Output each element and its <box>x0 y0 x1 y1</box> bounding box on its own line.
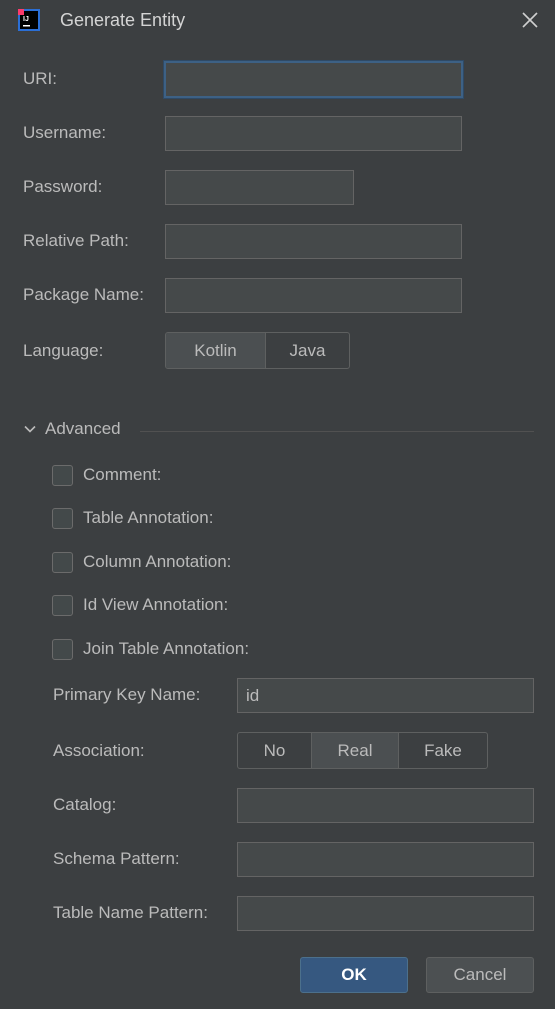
advanced-section-toggle[interactable]: Advanced <box>22 418 121 440</box>
table-name-pattern-label: Table Name Pattern: <box>53 903 208 922</box>
password-label: Password: <box>23 177 103 196</box>
association-option-no[interactable]: No <box>238 733 312 768</box>
close-icon[interactable] <box>516 6 544 34</box>
association-segmented-control: No Real Fake <box>237 732 488 769</box>
catalog-input[interactable] <box>237 788 534 823</box>
language-option-java[interactable]: Java <box>266 333 349 368</box>
intellij-app-icon: IJ <box>18 9 40 31</box>
comment-checkbox-label: Comment: <box>83 465 162 484</box>
package-name-input[interactable] <box>165 278 462 313</box>
join-table-annotation-checkbox-row[interactable]: Join Table Annotation: <box>52 638 249 660</box>
uri-input[interactable] <box>164 61 463 98</box>
schema-pattern-label: Schema Pattern: <box>53 849 180 868</box>
id-view-annotation-checkbox-row[interactable]: Id View Annotation: <box>52 594 228 616</box>
join-table-annotation-checkbox-label: Join Table Annotation: <box>83 639 250 658</box>
table-annotation-checkbox-row[interactable]: Table Annotation: <box>52 507 213 529</box>
package-name-label: Package Name: <box>23 285 144 304</box>
cancel-button[interactable]: Cancel <box>426 957 534 993</box>
relative-path-label: Relative Path: <box>23 231 129 250</box>
advanced-section-title: Advanced <box>45 419 121 438</box>
primary-key-name-label: Primary Key Name: <box>53 685 201 704</box>
join-table-annotation-checkbox[interactable] <box>52 638 73 660</box>
column-annotation-checkbox[interactable] <box>52 551 73 573</box>
username-label: Username: <box>23 123 107 142</box>
table-annotation-checkbox-label: Table Annotation: <box>83 508 214 527</box>
chevron-down-icon <box>24 425 36 433</box>
language-label: Language: <box>23 341 104 360</box>
username-input[interactable] <box>165 116 462 151</box>
catalog-label: Catalog: <box>53 795 117 814</box>
uri-label: URI: <box>23 69 57 88</box>
association-option-fake[interactable]: Fake <box>399 733 487 768</box>
relative-path-input[interactable] <box>165 224 462 259</box>
section-divider <box>140 431 534 432</box>
password-input[interactable] <box>165 170 354 205</box>
primary-key-name-input[interactable] <box>237 678 534 713</box>
association-label: Association: <box>53 741 145 760</box>
table-annotation-checkbox[interactable] <box>52 507 73 529</box>
table-name-pattern-input[interactable] <box>237 896 534 931</box>
title-bar: IJ Generate Entity <box>0 0 555 40</box>
comment-checkbox[interactable] <box>52 464 73 486</box>
id-view-annotation-checkbox[interactable] <box>52 594 73 616</box>
column-annotation-checkbox-row[interactable]: Column Annotation: <box>52 551 231 573</box>
id-view-annotation-checkbox-label: Id View Annotation: <box>83 595 229 614</box>
schema-pattern-input[interactable] <box>237 842 534 877</box>
ok-button[interactable]: OK <box>300 957 408 993</box>
comment-checkbox-row[interactable]: Comment: <box>52 464 161 486</box>
association-option-real[interactable]: Real <box>312 733 399 768</box>
window-title: Generate Entity <box>60 10 186 30</box>
language-segmented-control: Kotlin Java <box>165 332 350 369</box>
svg-text:IJ: IJ <box>23 16 29 23</box>
language-option-kotlin[interactable]: Kotlin <box>166 333 266 368</box>
column-annotation-checkbox-label: Column Annotation: <box>83 552 232 571</box>
